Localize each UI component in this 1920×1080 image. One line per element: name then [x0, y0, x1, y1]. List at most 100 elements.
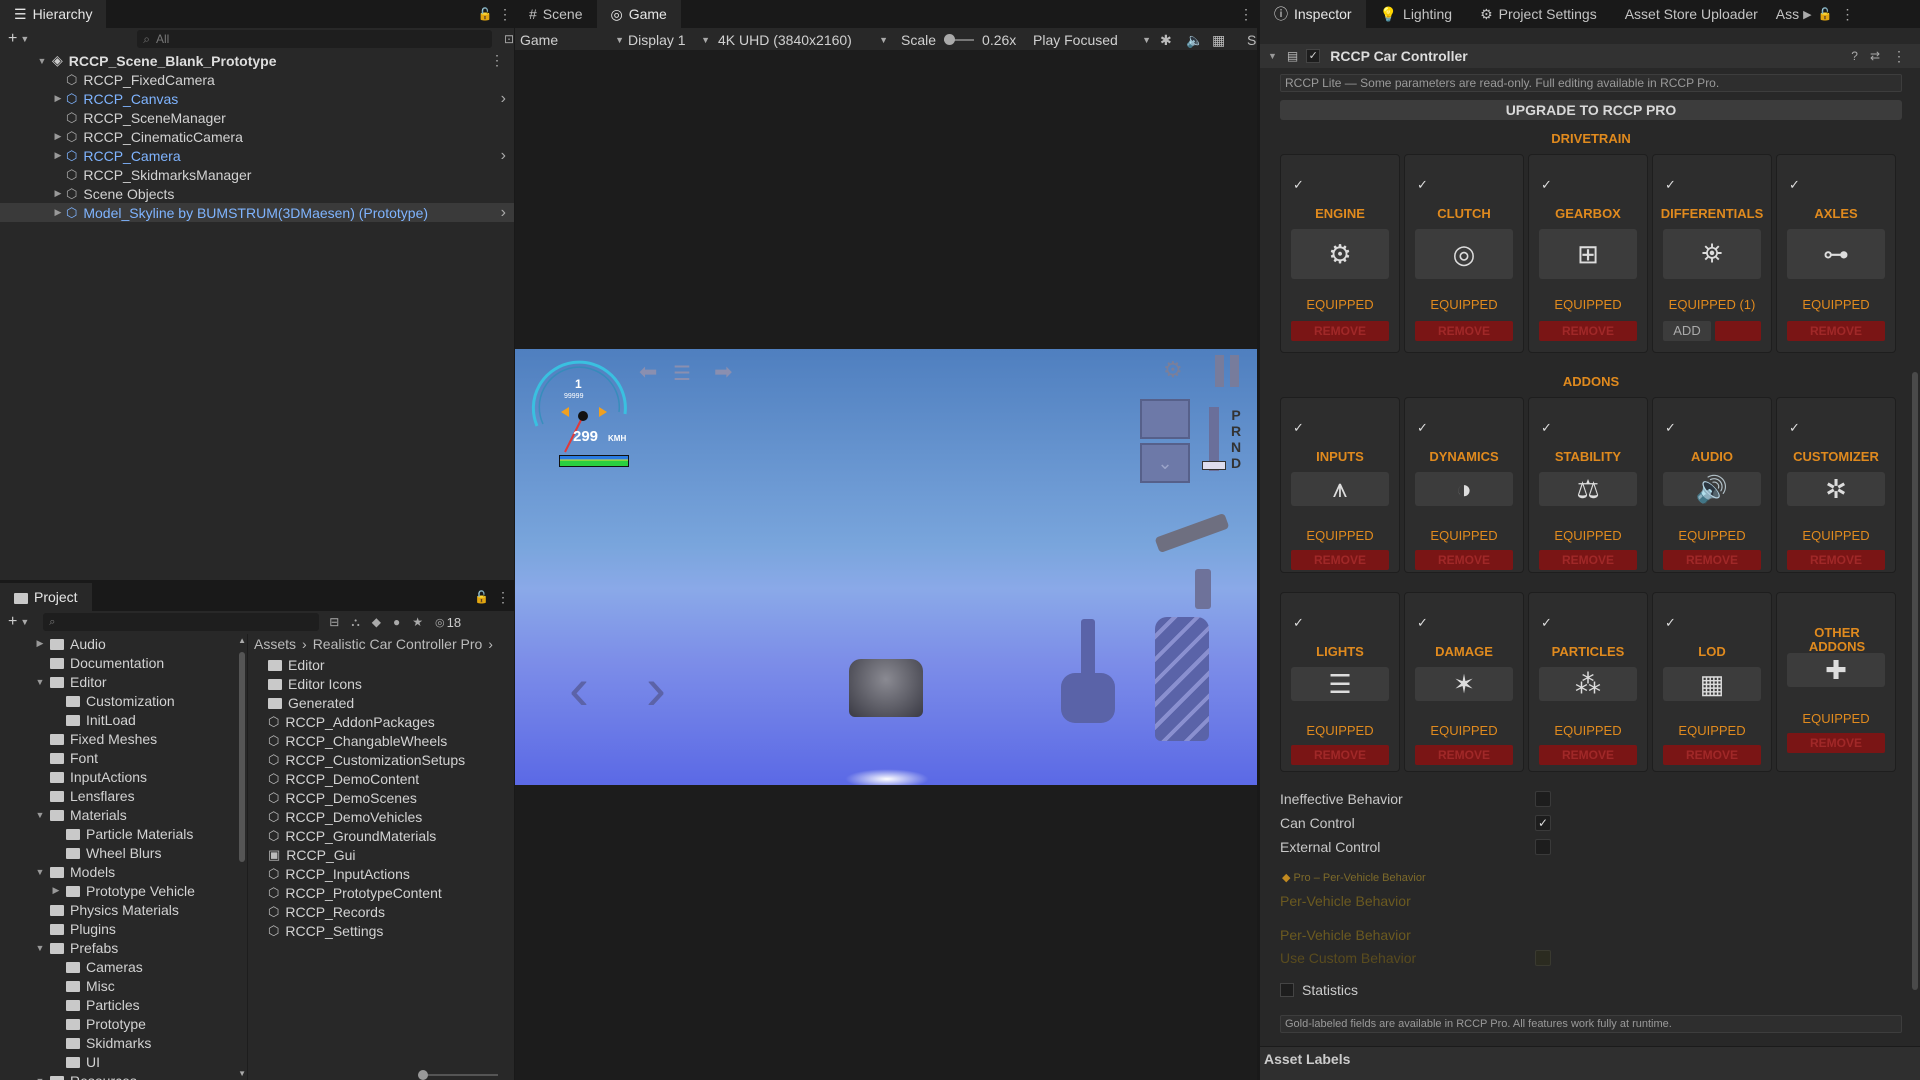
file-item[interactable]: ⬡ RCCP_InputActions	[268, 864, 514, 883]
tab-asset-store-uploader[interactable]: Asset Store Uploader	[1610, 0, 1772, 28]
enabled-checkbox[interactable]: ✓	[1293, 615, 1304, 631]
scale-slider-handle[interactable]	[944, 34, 956, 45]
enabled-checkbox[interactable]: ✓	[1293, 177, 1304, 193]
expand-arrow-icon[interactable]: ▶	[52, 188, 64, 199]
handbrake-icon[interactable]	[1195, 569, 1211, 609]
add-icon[interactable]: +	[8, 30, 17, 48]
enabled-checkbox[interactable]: ✓	[1541, 177, 1552, 193]
resolution-dropdown[interactable]: 4K UHD (3840x2160) ▼	[718, 29, 888, 51]
remove-button[interactable]: REMOVE	[1539, 321, 1637, 341]
tab-lighting[interactable]: 💡 Lighting	[1365, 0, 1467, 28]
expand-arrow-icon[interactable]: ▼	[34, 1076, 46, 1080]
add-button[interactable]: ADD	[1663, 321, 1711, 341]
component-header[interactable]: ▼ ▤ ✓ RCCP Car Controller ? ⇄ ⋮	[1260, 44, 1920, 68]
remove-button[interactable]: REMOVE	[1291, 550, 1389, 570]
folder-tree-item[interactable]: Customization	[0, 691, 237, 710]
game-viewport[interactable]: 1 99999 299 KMH ⬅ ☰ ➡ ⚙ ⌄ PRND ‹ ›	[515, 349, 1257, 785]
inspector-scrollbar[interactable]	[1912, 372, 1918, 990]
folder-tree-item[interactable]: ▶ Prototype Vehicle	[0, 881, 237, 900]
display-dropdown[interactable]: Display 1 ▼	[628, 29, 710, 51]
stats-button[interactable]: S	[1247, 29, 1256, 51]
hierarchy-search[interactable]: ⌕ All	[137, 30, 492, 48]
hierarchy-item[interactable]: ⬡ RCCP_SkidmarksManager	[0, 165, 514, 184]
chevron-right-icon[interactable]: ›	[501, 204, 506, 222]
folder-tree-item[interactable]: UI	[0, 1052, 237, 1071]
warning-filter-icon[interactable]: ●	[393, 615, 400, 629]
lock-icon[interactable]: 🔓	[474, 0, 496, 28]
hierarchy-item[interactable]: ⬡ RCCP_SceneManager	[0, 108, 514, 127]
breadcrumb-assets[interactable]: Assets	[254, 636, 296, 652]
lock-icon[interactable]: 🔓	[474, 590, 496, 604]
file-item[interactable]: Generated	[268, 693, 514, 712]
folder-tree-item[interactable]: Wheel Blurs	[0, 843, 237, 862]
enabled-checkbox[interactable]: ✓	[1417, 615, 1428, 631]
folder-tree-item[interactable]: Fixed Meshes	[0, 729, 237, 748]
shifter-handle[interactable]	[1202, 461, 1226, 470]
steering-right-icon[interactable]: ›	[646, 659, 666, 719]
audio-mute-icon[interactable]: 🔈	[1186, 29, 1203, 51]
folder-tree-item[interactable]: Skidmarks	[0, 1033, 237, 1052]
gas-pedal[interactable]	[1155, 617, 1209, 741]
folder-tree-item[interactable]: Cameras	[0, 957, 237, 976]
enabled-checkbox[interactable]: ✓	[1665, 615, 1676, 631]
tree-scrollbar[interactable]	[239, 652, 245, 862]
folder-tree-item[interactable]: Particles	[0, 995, 237, 1014]
right-indicator-icon[interactable]: ➡	[714, 359, 732, 385]
property-toggle[interactable]	[1535, 839, 1551, 855]
play-mode-dropdown[interactable]: Play Focused ▼	[1033, 29, 1151, 51]
help-icon[interactable]: ?	[1851, 49, 1858, 63]
upgrade-button[interactable]: UPGRADE TO RCCP PRO	[1280, 100, 1902, 120]
folder-tree-item[interactable]: InputActions	[0, 767, 237, 786]
folder-tree-item[interactable]: ▼ Materials	[0, 805, 237, 824]
file-item[interactable]: ⬡ RCCP_DemoVehicles	[268, 807, 514, 826]
more-menu-icon[interactable]: ⋮	[496, 589, 514, 606]
statistics-foldout[interactable]: Statistics	[1280, 982, 1358, 998]
folder-tree-item[interactable]: Documentation	[0, 653, 237, 672]
folder-tree-item[interactable]: Lensflares	[0, 786, 237, 805]
folder-tree-item[interactable]: Misc	[0, 976, 237, 995]
file-item[interactable]: ⬡ RCCP_AddonPackages	[268, 712, 514, 731]
folder-tree-item[interactable]: Particle Materials	[0, 824, 237, 843]
scene-visibility-icon[interactable]: ⊡	[504, 32, 514, 46]
remove-button[interactable]: REMOVE	[1787, 733, 1885, 753]
zoom-slider[interactable]	[418, 1074, 498, 1076]
collapsed-arrow-icon[interactable]: ▶	[34, 638, 46, 649]
file-item[interactable]: ⬡ RCCP_ChangableWheels	[268, 731, 514, 750]
remove-button[interactable]: REMOVE	[1787, 321, 1885, 341]
remove-button[interactable]: REMOVE	[1539, 745, 1637, 765]
enabled-checkbox[interactable]: ✓	[1417, 420, 1428, 436]
lock-icon[interactable]: 🔓	[1818, 7, 1833, 21]
folder-tree-item[interactable]: Font	[0, 748, 237, 767]
breadcrumb-rccp[interactable]: Realistic Car Controller Pro	[313, 636, 483, 652]
file-item[interactable]: ⬡ RCCP_DemoContent	[268, 769, 514, 788]
tab-project[interactable]: Project	[0, 583, 92, 611]
remove-button[interactable]: REMOVE	[1663, 745, 1761, 765]
hierarchy-item[interactable]: ▶ ⬡ Scene Objects	[0, 184, 514, 203]
asset-labels-bar[interactable]: Asset Labels	[1260, 1046, 1920, 1080]
tab-game[interactable]: ◎ Game	[596, 0, 681, 28]
remove-button[interactable]: REMOVE	[1539, 550, 1637, 570]
expand-arrow-icon[interactable]: ▼	[36, 56, 48, 66]
remove-button[interactable]: REMOVE	[1663, 550, 1761, 570]
hidden-count-icon[interactable]: ◎	[435, 616, 445, 629]
more-menu-icon[interactable]: ⋮	[1239, 6, 1257, 23]
file-item[interactable]: ⬡ RCCP_PrototypeContent	[268, 883, 514, 902]
enabled-checkbox[interactable]: ✓	[1665, 420, 1676, 436]
foldout-arrow-icon[interactable]: ▼	[1268, 51, 1277, 61]
search-scope-icon[interactable]: ⊟	[329, 615, 339, 629]
preset-icon[interactable]: ⇄	[1870, 49, 1880, 63]
filter-type-icon[interactable]: ⛬	[351, 615, 359, 630]
expand-arrow-icon[interactable]: ▼	[34, 677, 46, 687]
chevron-right-icon[interactable]: ›	[501, 147, 506, 165]
tab-project-settings[interactable]: ⚙ Project Settings	[1466, 0, 1611, 28]
remove-button[interactable]: REMOVE	[1415, 745, 1513, 765]
file-item[interactable]: ⬡ RCCP_DemoScenes	[268, 788, 514, 807]
tab-inspector[interactable]: ⓘ Inspector	[1260, 0, 1366, 28]
folder-tree-item[interactable]: ▼ Prefabs	[0, 938, 237, 957]
camera-change-icon[interactable]: ⚙	[1163, 357, 1183, 383]
remove-button[interactable]: REMOVE	[1415, 550, 1513, 570]
collapsed-arrow-icon[interactable]: ▶	[50, 885, 62, 896]
tab-scroll-right-icon[interactable]: ▶	[1803, 8, 1811, 21]
file-item[interactable]: ⬡ RCCP_GroundMaterials	[268, 826, 514, 845]
label-icon[interactable]: ◆	[372, 615, 381, 629]
